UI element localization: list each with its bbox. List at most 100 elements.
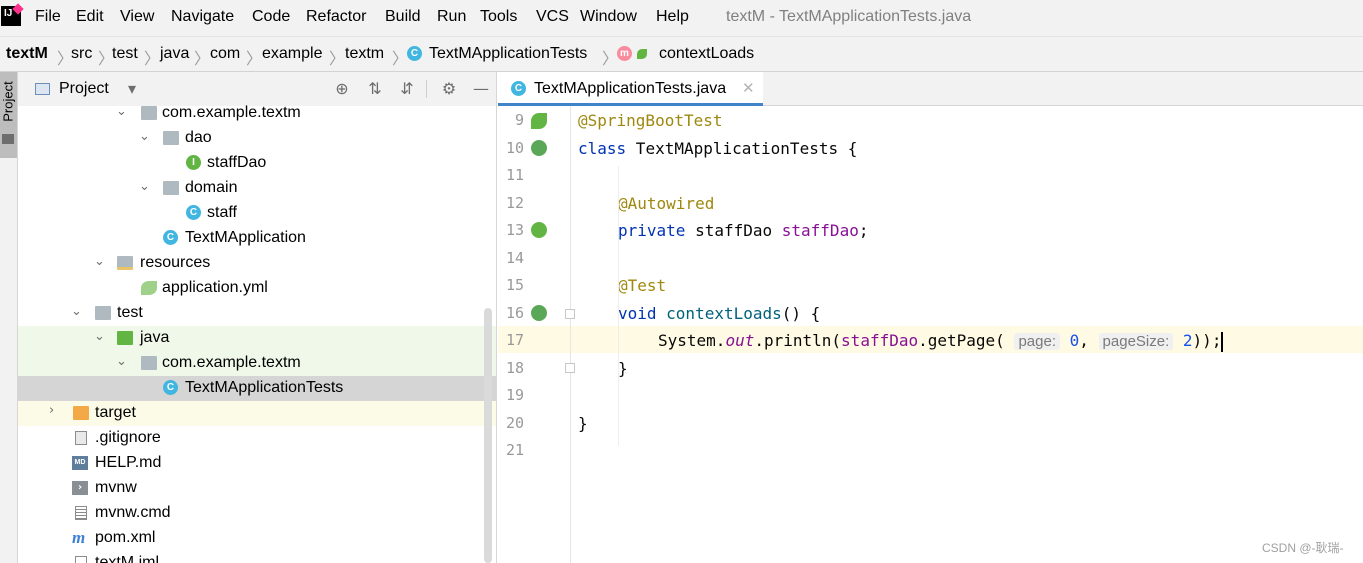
code-line-13: private staffDao staffDao; — [618, 221, 868, 240]
tree-row-textmapplication[interactable]: C TextMApplication — [18, 226, 496, 251]
breadcrumb-example[interactable]: example — [262, 45, 322, 63]
tree-row-help-md[interactable]: MD HELP.md — [18, 451, 496, 476]
class-icon: C — [186, 205, 201, 220]
menu-run[interactable]: Run — [437, 8, 466, 26]
code-token: .getPage( — [918, 331, 1005, 350]
code-line-10: class TextMApplicationTests { — [578, 139, 857, 158]
chevron-down-icon[interactable]: ⌄ — [94, 329, 105, 344]
tree-row-textm-iml[interactable]: textM.iml — [18, 551, 496, 563]
line-number: 13 — [505, 221, 524, 239]
breadcrumb-java[interactable]: java — [160, 45, 189, 63]
shell-icon: › — [72, 481, 88, 495]
collapse-all-icon[interactable]: ⇵ — [396, 78, 418, 100]
run-test-icon[interactable] — [531, 305, 547, 321]
menu-build[interactable]: Build — [385, 8, 421, 26]
spring-leaf-icon — [637, 49, 647, 59]
tree-item-label: textM.iml — [95, 554, 159, 563]
chevron-right-icon[interactable]: › — [49, 403, 54, 418]
editor-tab-active[interactable]: C TextMApplicationTests.java ✕ — [498, 72, 763, 106]
code-editor[interactable]: @SpringBootTest class TextMApplicationTe… — [571, 106, 1363, 563]
breadcrumb-project[interactable]: textM — [6, 45, 48, 63]
code-token: } — [578, 414, 588, 433]
line-number: 11 — [505, 166, 524, 184]
menu-bar: IJ File Edit View Navigate Code Refactor… — [0, 0, 1363, 36]
test-source-folder-icon — [117, 331, 133, 345]
chevron-down-icon[interactable]: ⌄ — [139, 179, 150, 194]
menu-refactor[interactable]: Refactor — [306, 8, 366, 26]
breadcrumb-separator: 〉 — [602, 51, 619, 68]
chevron-down-icon[interactable]: ⌄ — [116, 104, 127, 119]
code-line-18: } — [618, 359, 628, 378]
tree-item-label: com.example.textm — [162, 104, 301, 121]
chevron-down-icon[interactable]: ⌄ — [116, 354, 127, 369]
close-icon[interactable]: ✕ — [742, 79, 755, 97]
tree-item-label: java — [140, 329, 170, 346]
breadcrumb-class[interactable]: TextMApplicationTests — [429, 45, 587, 63]
chevron-down-icon[interactable]: ⌄ — [139, 129, 150, 144]
menu-vcs[interactable]: VCS — [536, 8, 569, 26]
tree-item-label: mvnw.cmd — [95, 504, 171, 521]
number-token: 0 — [1069, 331, 1080, 350]
gear-icon[interactable]: ⚙ — [438, 78, 460, 100]
folder-icon — [95, 306, 111, 320]
tree-row-test[interactable]: ⌄ test — [18, 301, 496, 326]
menu-file[interactable]: File — [35, 8, 61, 26]
menu-view[interactable]: View — [120, 8, 154, 26]
watermark: CSDN @-耿瑞- — [1262, 541, 1344, 555]
project-panel-scrollbar[interactable] — [484, 308, 492, 563]
project-tool-button[interactable]: Project — [0, 72, 17, 158]
breadcrumb-method[interactable]: contextLoads — [659, 45, 754, 63]
tree-row-application-yml[interactable]: application.yml — [18, 276, 496, 301]
excluded-folder-icon — [73, 406, 89, 420]
menu-window[interactable]: Window — [580, 8, 637, 26]
iml-icon — [75, 556, 87, 563]
code-token: , — [1079, 331, 1099, 350]
menu-tools[interactable]: Tools — [480, 8, 517, 26]
breadcrumb-separator: 〉 — [194, 51, 211, 68]
project-panel-title[interactable]: Project — [59, 80, 109, 98]
tree-row-resources[interactable]: ⌄ resources — [18, 251, 496, 276]
spring-class-icon: C — [163, 380, 178, 395]
breadcrumb-test[interactable]: test — [112, 45, 138, 63]
tree-item-label: com.example.textm — [162, 354, 301, 371]
menu-help[interactable]: Help — [656, 8, 689, 26]
breadcrumb-src[interactable]: src — [71, 45, 92, 63]
autowired-navigation-icon[interactable] — [531, 222, 547, 238]
run-test-icon[interactable] — [531, 140, 547, 156]
code-token: } — [618, 359, 628, 378]
breadcrumb-com[interactable]: com — [210, 45, 240, 63]
locate-file-icon[interactable]: ⊕ — [331, 78, 353, 100]
chevron-down-icon[interactable]: ⌄ — [94, 254, 105, 269]
line-number: 16 — [505, 304, 524, 322]
tree-row-staffdao[interactable]: I staffDao — [18, 151, 496, 176]
tree-row-mvnw[interactable]: › mvnw — [18, 476, 496, 501]
chevron-down-icon[interactable]: ⌄ — [71, 304, 82, 319]
hide-panel-icon[interactable]: — — [470, 78, 492, 100]
tree-row-pom-xml[interactable]: m pom.xml — [18, 526, 496, 551]
tree-row-domain[interactable]: ⌄ domain — [18, 176, 496, 201]
tree-row-java[interactable]: ⌄ java — [18, 326, 496, 351]
line-number: 9 — [514, 111, 524, 129]
code-token: staffDao — [685, 221, 782, 240]
expand-all-icon[interactable]: ⇅ — [364, 78, 386, 100]
breadcrumb-textm[interactable]: textm — [345, 45, 384, 63]
tree-row-com-example-textm-test[interactable]: ⌄ com.example.textm — [18, 351, 496, 376]
tree-row-dao[interactable]: ⌄ dao — [18, 126, 496, 151]
breadcrumb-separator: 〉 — [144, 51, 161, 68]
code-line-16: void contextLoads() { — [618, 304, 820, 323]
tree-item-label: TextMApplication — [185, 229, 306, 246]
tree-row-textmapplicationtests-selected[interactable]: C TextMApplicationTests — [18, 376, 496, 401]
tree-row-com-example-textm[interactable]: ⌄ com.example.textm — [18, 101, 496, 126]
line-number: 15 — [505, 276, 524, 294]
menu-navigate[interactable]: Navigate — [171, 8, 234, 26]
tree-row-gitignore[interactable]: .gitignore — [18, 426, 496, 451]
tree-row-mvnw-cmd[interactable]: mvnw.cmd — [18, 501, 496, 526]
view-dropdown-chevron-icon[interactable]: ▾ — [121, 78, 143, 100]
menu-edit[interactable]: Edit — [76, 8, 104, 26]
annotation-token: @Test — [618, 276, 667, 295]
method-token: contextLoads — [656, 304, 782, 323]
tree-row-target[interactable]: › target — [18, 401, 496, 426]
tree-row-staff[interactable]: C staff — [18, 201, 496, 226]
menu-code[interactable]: Code — [252, 8, 290, 26]
spring-bean-icon[interactable] — [531, 113, 547, 129]
